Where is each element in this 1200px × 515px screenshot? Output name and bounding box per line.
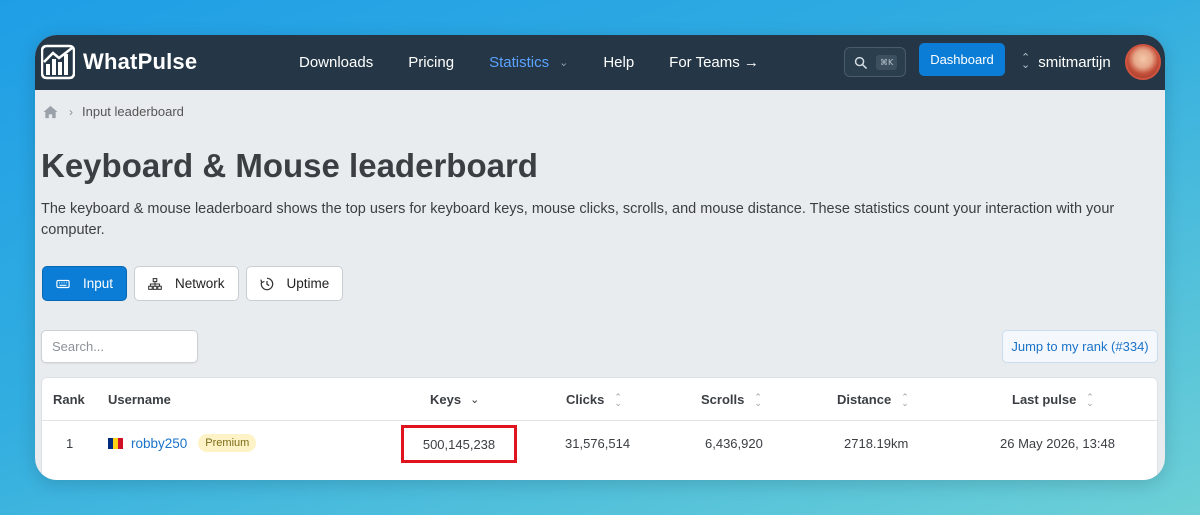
nav-downloads[interactable]: Downloads: [299, 54, 373, 71]
home-icon[interactable]: [43, 105, 58, 119]
column-rank: Rank: [53, 392, 85, 407]
brand-name: WhatPulse: [83, 49, 198, 74]
tab-network-label: Network: [175, 276, 225, 291]
tab-input-label: Input: [83, 276, 114, 291]
column-last-pulse[interactable]: Last pulse ⌃ ⌄: [1012, 392, 1094, 407]
username-cell: robby250 Premium: [108, 434, 257, 452]
clock-icon: [259, 277, 273, 290]
column-clicks-label: Clicks: [566, 392, 605, 407]
nav-statistics-label: Statistics: [489, 54, 550, 71]
column-distance[interactable]: Distance ⌃ ⌄: [837, 392, 909, 407]
breadcrumb-current: Input leaderboard: [82, 104, 184, 119]
column-username: Username: [108, 392, 171, 407]
username-link[interactable]: robby250: [131, 436, 187, 451]
nav-pricing[interactable]: Pricing: [408, 54, 454, 71]
sort-icon: ⌃ ⌄: [901, 391, 909, 408]
rank-cell: 1: [66, 436, 74, 451]
nav-statistics[interactable]: Statistics ⌄: [489, 54, 568, 71]
table-header: Rank Username Keys ⌄ Clicks ⌃ ⌄ Scrolls ⌃…: [42, 378, 1157, 421]
tab-uptime-label: Uptime: [286, 276, 330, 291]
page-description: The keyboard & mouse leaderboard shows t…: [41, 201, 1115, 238]
table-row: 1 robby250 Premium 500,145,238 31,576,51…: [42, 421, 1157, 469]
premium-badge: Premium: [198, 434, 257, 452]
breadcrumb: › Input leaderboard: [43, 104, 184, 119]
scrolls-cell: 6,436,920: [705, 436, 763, 451]
username: smitmartijn: [1038, 53, 1111, 71]
top-navbar: WhatPulse Downloads Pricing Statistics ⌄…: [35, 35, 1165, 90]
main-nav: Downloads Pricing Statistics ⌄ Help For …: [299, 35, 794, 90]
search-input[interactable]: [41, 330, 198, 363]
tab-network[interactable]: Network: [134, 266, 239, 301]
search-button[interactable]: ⌘K: [844, 47, 906, 77]
keyboard-icon: [56, 279, 70, 288]
dashboard-button[interactable]: Dashboard: [919, 43, 1005, 76]
brand-logo[interactable]: WhatPulse: [41, 44, 197, 80]
search-shortcut: ⌘K: [876, 54, 898, 70]
keys-highlight-box: 500,145,238: [401, 425, 517, 463]
browser-window: WhatPulse Downloads Pricing Statistics ⌄…: [35, 35, 1165, 480]
last-pulse-cell: 26 May 2026, 13:48: [1000, 436, 1115, 451]
column-scrolls[interactable]: Scrolls ⌃ ⌄: [701, 392, 762, 407]
page-title: Keyboard & Mouse leaderboard: [41, 147, 538, 184]
network-icon: [148, 277, 162, 290]
sort-icon: ⌃ ⌄: [1086, 391, 1094, 408]
chevron-right-icon: ›: [69, 104, 73, 119]
sort-icon: ⌃ ⌄: [614, 391, 622, 408]
column-last-pulse-label: Last pulse: [1012, 392, 1077, 407]
nav-help[interactable]: Help: [603, 54, 634, 71]
sort-descending-icon: ⌄: [470, 394, 480, 406]
distance-cell: 2718.19km: [844, 436, 909, 451]
tab-input[interactable]: Input: [42, 266, 128, 301]
jump-to-rank-button[interactable]: Jump to my rank (#334): [1002, 330, 1158, 363]
column-clicks[interactable]: Clicks ⌃ ⌄: [566, 392, 622, 407]
leaderboard-tabs: Input Network Uptime: [42, 266, 350, 301]
main-content: › Input leaderboard Keyboard & Mouse lea…: [35, 90, 1165, 480]
user-menu[interactable]: ⌃ ⌄ smitmartijn: [1021, 43, 1161, 81]
romania-flag-icon: [108, 437, 123, 449]
updown-chevron-icon: ⌃ ⌄: [1021, 52, 1031, 71]
tab-uptime[interactable]: Uptime: [245, 266, 344, 301]
sort-icon: ⌃ ⌄: [754, 391, 762, 408]
whatpulse-logo-icon: [41, 44, 75, 80]
column-distance-label: Distance: [837, 392, 892, 407]
leaderboard-table: Rank Username Keys ⌄ Clicks ⌃ ⌄ Scrolls ⌃…: [41, 377, 1158, 480]
nav-for-teams[interactable]: For Teams →: [669, 54, 759, 71]
column-scrolls-label: Scrolls: [701, 392, 745, 407]
keys-cell: 500,145,238: [422, 436, 496, 452]
column-keys-label: Keys: [430, 392, 462, 407]
column-keys[interactable]: Keys ⌄: [430, 392, 479, 407]
clicks-cell: 31,576,514: [565, 436, 631, 451]
avatar[interactable]: [1124, 44, 1161, 80]
search-icon: [854, 56, 867, 69]
chevron-down-icon: ⌄: [559, 57, 569, 69]
